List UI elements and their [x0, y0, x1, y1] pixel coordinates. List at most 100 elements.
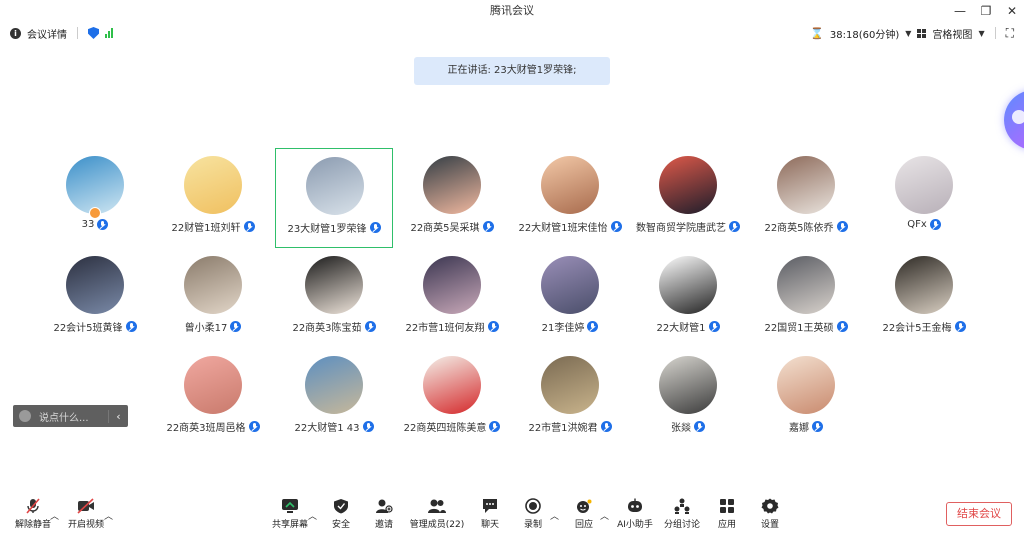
meeting-details-link[interactable]: 会议详情: [27, 26, 67, 41]
avatar[interactable]: [895, 156, 953, 214]
emoji-icon[interactable]: [19, 410, 31, 422]
participant-tile[interactable]: 22大财管1班宋佳怡: [511, 148, 629, 248]
participant-tile[interactable]: 22会计5班黄锋: [36, 248, 154, 348]
avatar[interactable]: [895, 256, 953, 314]
divider: [77, 27, 78, 39]
fullscreen-icon[interactable]: ⛶: [1006, 26, 1014, 41]
mic-muted-icon: [587, 321, 599, 332]
mic-muted-icon: [954, 321, 966, 332]
avatar[interactable]: [659, 256, 717, 314]
participant-tile[interactable]: 22大财管1 43: [275, 348, 393, 448]
avatar[interactable]: [423, 156, 481, 214]
avatar[interactable]: [541, 256, 599, 314]
bottom-toolbar: 解除静音 ︿ 开启视频 ︿ 共享屏幕 ︿ 安全 邀请 管理成员(22) 聊天 录…: [0, 494, 1024, 540]
participant-tile[interactable]: 曾小柔17: [154, 248, 272, 348]
participant-name: 22大财管1: [656, 323, 706, 334]
grid-view-icon[interactable]: [917, 28, 927, 38]
participant-tile[interactable]: QFx: [865, 148, 983, 248]
participant-name-row: 22商英四班陈美意: [393, 419, 511, 434]
participant-tile[interactable]: 22国贸1王英硕: [747, 248, 865, 348]
participant-name: 22商英3班周邑格: [166, 423, 246, 434]
participant-name: 22市营1洪婉君: [528, 423, 598, 434]
participant-tile[interactable]: 张燚: [629, 348, 747, 448]
participant-name: 嘉娜: [789, 423, 809, 434]
meeting-timer[interactable]: 38:18(60分钟): [830, 26, 899, 41]
participant-tile[interactable]: 22会计5王金梅: [865, 248, 983, 348]
participant-tile[interactable]: 数智商贸学院唐武艺: [629, 148, 747, 248]
chat-quick-input[interactable]: 说点什么... ‹: [13, 405, 128, 427]
participant-tile[interactable]: 嘉娜: [747, 348, 865, 448]
info-icon[interactable]: i: [10, 27, 21, 39]
participant-name: 33: [81, 219, 95, 230]
participant-tile[interactable]: 33: [36, 148, 154, 248]
participant-tile[interactable]: 22大财管1: [629, 248, 747, 348]
mic-muted-icon: [24, 498, 42, 514]
avatar[interactable]: [66, 256, 124, 314]
avatar[interactable]: [541, 356, 599, 414]
chat-placeholder: 说点什么...: [39, 412, 89, 424]
ai-assistant-float-icon[interactable]: [1004, 90, 1024, 150]
signal-icon[interactable]: [105, 28, 113, 38]
minimize-icon[interactable]: —: [954, 4, 966, 18]
participant-tile[interactable]: 22商英3班周邑格: [154, 348, 272, 448]
avatar[interactable]: [777, 156, 835, 214]
invite-button[interactable]: 邀请: [354, 494, 414, 534]
participant-tile[interactable]: 22财管1班刘轩: [154, 148, 272, 248]
manage-members-button[interactable]: 管理成员(22): [407, 494, 467, 534]
restore-icon[interactable]: ❐: [980, 4, 992, 18]
avatar[interactable]: [305, 356, 363, 414]
avatar[interactable]: [305, 256, 363, 314]
mic-muted-icon: [97, 219, 109, 230]
avatar[interactable]: [423, 256, 481, 314]
participant-name-row: 22商英5吴采琪: [393, 219, 511, 234]
avatar[interactable]: [541, 156, 599, 214]
participant-tile[interactable]: 21李佳婷: [511, 248, 629, 348]
participant-name-row: 23大财管1罗荣锋: [276, 220, 392, 235]
window-controls: — ❐ ✕: [954, 0, 1018, 22]
participant-name-row: 22大财管1: [629, 319, 747, 334]
avatar[interactable]: [423, 356, 481, 414]
avatar[interactable]: [184, 356, 242, 414]
avatar[interactable]: [777, 256, 835, 314]
chevron-left-icon[interactable]: ‹: [108, 409, 128, 423]
mic-muted-icon: [369, 222, 381, 233]
avatar[interactable]: [777, 356, 835, 414]
mic-muted-icon: [489, 421, 501, 432]
participant-tile[interactable]: 22商英四班陈美意: [393, 348, 511, 448]
record-icon: [524, 498, 542, 514]
chevron-down-icon[interactable]: ▼: [978, 29, 984, 38]
meeting-info-bar: i 会议详情 ⌛ 38:18(60分钟) ▼ 宫格视图 ▼ ⛶: [0, 22, 1024, 44]
participant-name-row: 21李佳婷: [511, 319, 629, 334]
participant-tile[interactable]: 22市营1洪婉君: [511, 348, 629, 448]
participant-name: 22大财管1班宋佳怡: [518, 223, 608, 234]
participant-name-row: 22市营1班何友翔: [393, 319, 511, 334]
close-icon[interactable]: ✕: [1006, 4, 1018, 18]
view-mode-button[interactable]: 宫格视图: [932, 26, 972, 41]
mic-muted-icon: [230, 321, 242, 332]
participant-tile[interactable]: 22商英3陈宝茹: [275, 248, 393, 348]
settings-button[interactable]: 设置: [740, 494, 800, 534]
participant-name: 22大财管1 43: [294, 423, 360, 434]
end-meeting-button[interactable]: 结束会议: [946, 502, 1012, 526]
avatar[interactable]: [66, 156, 124, 214]
participant-name: 张燚: [671, 423, 691, 434]
participant-tile[interactable]: 23大财管1罗荣锋: [275, 148, 393, 248]
chevron-down-icon[interactable]: ▼: [905, 29, 911, 38]
participant-name-row: 张燚: [629, 419, 747, 434]
participant-name-row: 22商英3班周邑格: [154, 419, 272, 434]
avatar[interactable]: [184, 256, 242, 314]
avatar[interactable]: [306, 157, 364, 215]
mic-muted-icon: [482, 221, 494, 232]
participant-tile[interactable]: 22商英5吴采琪: [393, 148, 511, 248]
mic-muted-icon: [243, 221, 255, 232]
participant-tile[interactable]: 22商英5陈依乔: [747, 148, 865, 248]
hourglass-icon: ⌛: [810, 26, 824, 40]
shield-icon[interactable]: [88, 27, 99, 39]
participant-name-row: 22财管1班刘轩: [154, 219, 272, 234]
avatar[interactable]: [659, 356, 717, 414]
participant-tile[interactable]: 22市营1班何友翔: [393, 248, 511, 348]
avatar[interactable]: [659, 156, 717, 214]
participant-name-row: 33: [36, 219, 154, 230]
avatar[interactable]: [184, 156, 242, 214]
chevron-up-icon[interactable]: ︿: [104, 509, 113, 522]
